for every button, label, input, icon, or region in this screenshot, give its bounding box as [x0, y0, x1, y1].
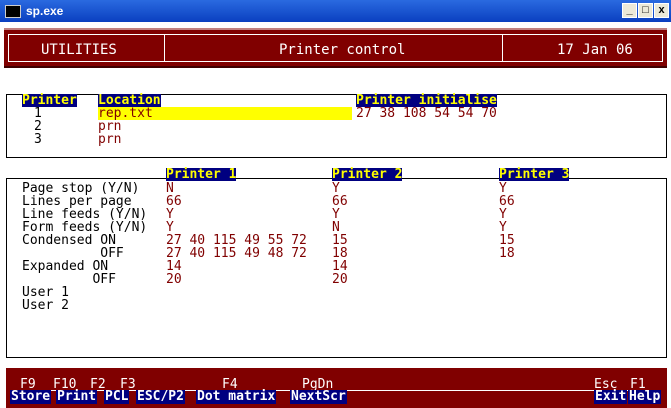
next-screen-button[interactable]: NextScr — [290, 390, 347, 404]
pcl-button[interactable]: PCL — [104, 390, 130, 404]
setting-label: User 2 — [22, 298, 69, 313]
col-header-printer-2: Printer 2 — [332, 167, 403, 182]
setting-value-p1[interactable]: 27 40 115 49 48 72 — [166, 247, 307, 260]
header-screen-title: Printer control — [279, 42, 406, 58]
help-button[interactable]: Help — [628, 390, 662, 404]
col-header-printer: Printer — [22, 93, 77, 108]
setting-value-p2[interactable]: 20 — [332, 273, 348, 286]
header-module: UTILITIES — [41, 42, 117, 58]
setting-value-p3[interactable]: 18 — [499, 247, 515, 260]
escp2-button[interactable]: ESC/P2 — [136, 390, 185, 404]
store-button[interactable]: Store — [10, 390, 52, 404]
function-key-bar: F9 F10 F2 F3 F4 PgDn Esc F1 Store Print … — [6, 368, 667, 408]
header-frame: UTILITIES Printer control 17 Jan 06 — [8, 34, 663, 62]
setting-value-p1[interactable]: 20 — [166, 273, 182, 286]
printer-number: 3 — [34, 132, 42, 147]
header-bar: UTILITIES Printer control 17 Jan 06 — [4, 28, 667, 68]
console-app-icon — [5, 5, 21, 18]
maximize-button[interactable]: □ — [638, 3, 653, 18]
header-divider — [502, 35, 503, 61]
col-header-printer-3: Printer 3 — [499, 167, 570, 182]
window-title: sp.exe — [26, 4, 64, 18]
header-date: 17 Jan 06 — [557, 42, 633, 58]
col-header-printer-1: Printer 1 — [166, 167, 237, 182]
close-button[interactable]: x — [654, 3, 669, 18]
console-area: UTILITIES Printer control 17 Jan 06 Prin… — [0, 22, 671, 408]
minimize-button[interactable]: _ — [622, 3, 637, 18]
location-input-3[interactable]: prn — [98, 133, 121, 146]
init-input-1[interactable]: 27 38 108 54 54 70 — [356, 107, 497, 120]
print-button[interactable]: Print — [56, 390, 98, 404]
dot-matrix-button[interactable]: Dot matrix — [196, 390, 277, 404]
exit-button[interactable]: Exit — [594, 390, 628, 404]
window-titlebar[interactable]: sp.exe _ □ x — [0, 0, 671, 22]
location-input-1[interactable]: rep.txt — [98, 107, 352, 120]
header-divider — [164, 35, 165, 61]
